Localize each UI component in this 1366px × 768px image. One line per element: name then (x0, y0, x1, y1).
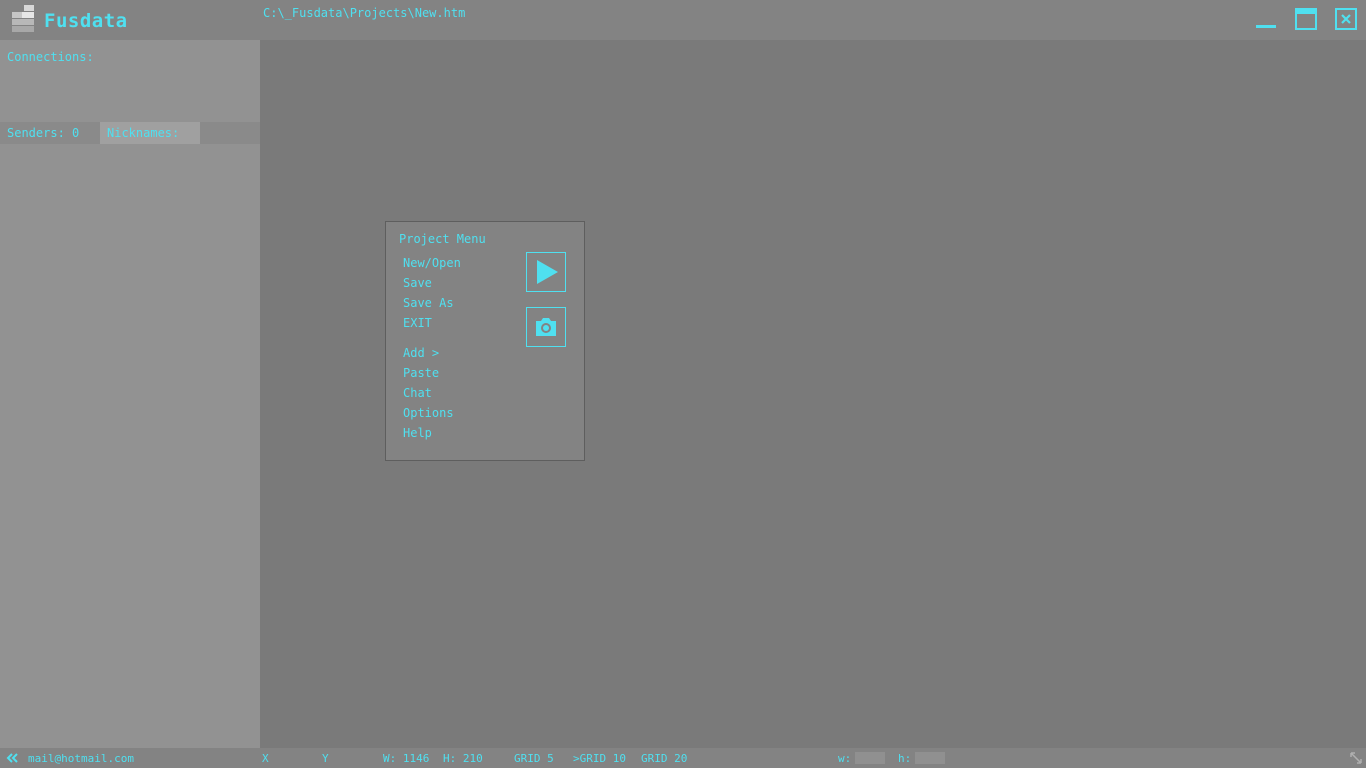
play-button[interactable] (526, 252, 566, 292)
camera-icon (536, 318, 556, 336)
height-label: H: 210 (443, 752, 483, 765)
y-coord-label: Y (322, 752, 329, 765)
connections-label: Connections: (7, 50, 94, 64)
email-label: mail@hotmail.com (28, 752, 134, 765)
minimize-icon[interactable] (1254, 7, 1278, 31)
menu-item-exit[interactable]: EXIT (403, 316, 432, 330)
width-label: W: 1146 (383, 752, 430, 765)
h-input[interactable] (915, 752, 945, 764)
grid5-button[interactable]: GRID 5 (514, 752, 554, 765)
screenshot-button[interactable] (526, 307, 566, 347)
menu-item-save[interactable]: Save (403, 276, 432, 290)
menu-item-new-open[interactable]: New/Open (403, 256, 461, 270)
menu-title: Project Menu (399, 232, 486, 246)
w-input[interactable] (855, 752, 885, 764)
menu-item-options[interactable]: Options (403, 406, 454, 420)
menu-item-paste[interactable]: Paste (403, 366, 439, 380)
app-title: Fusdata (44, 10, 128, 32)
menu-item-chat[interactable]: Chat (403, 386, 432, 400)
menu-item-help[interactable]: Help (403, 426, 432, 440)
grid10-button[interactable]: >GRID 10 (573, 752, 626, 765)
file-path: C:\_Fusdata\Projects\New.htm (263, 6, 466, 20)
double-chevron-left-icon[interactable] (6, 752, 18, 764)
title-bar: Fusdata C:\_Fusdata\Projects\New.htm (0, 0, 1366, 40)
sidebar: Connections: Senders: 0 Nicknames: (0, 40, 260, 748)
menu-item-add[interactable]: Add > (403, 346, 439, 360)
w-input-label: w: (838, 752, 852, 765)
status-bar: mail@hotmail.com X Y W: 1146 H: 210 GRID… (0, 748, 1366, 768)
h-input-label: h: (898, 752, 912, 765)
close-icon[interactable] (1334, 7, 1358, 31)
project-menu: Project Menu New/Open Save Save As EXIT … (385, 221, 585, 461)
app-logo-icon (12, 5, 34, 32)
play-icon (537, 260, 558, 284)
menu-item-save-as[interactable]: Save As (403, 296, 454, 310)
resize-icon[interactable] (1350, 752, 1362, 764)
senders-label: Senders: 0 (7, 126, 80, 140)
maximize-icon[interactable] (1294, 7, 1318, 31)
grid20-button[interactable]: GRID 20 (641, 752, 687, 765)
x-coord-label: X (262, 752, 269, 765)
nicknames-label: Nicknames: (107, 126, 180, 140)
